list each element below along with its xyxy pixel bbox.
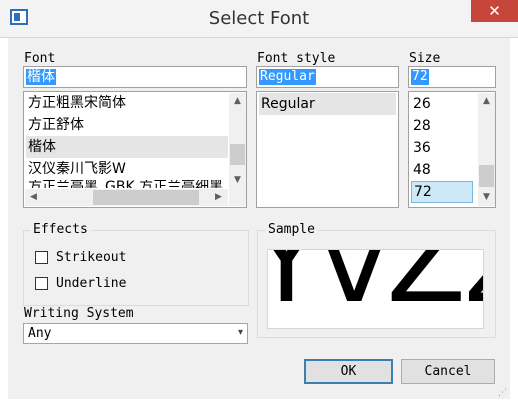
window-title: Select Font: [208, 8, 310, 29]
size-label: Size: [409, 51, 441, 66]
scroll-right-icon[interactable]: ▶: [210, 189, 227, 206]
list-item[interactable]: 28: [411, 115, 475, 137]
scroll-down-icon[interactable]: ▼: [478, 189, 495, 206]
list-item[interactable]: 汉仪秦川飞影W: [26, 158, 228, 180]
cancel-button[interactable]: Cancel: [401, 359, 495, 384]
close-button[interactable]: ✕: [471, 0, 518, 22]
underline-checkbox[interactable]: [35, 277, 48, 290]
list-item[interactable]: 方正粗黑宋简体: [26, 92, 228, 114]
list-item-current[interactable]: Regular: [259, 93, 396, 115]
hscroll-thumb[interactable]: [93, 190, 199, 205]
font-input[interactable]: 楷体: [23, 66, 247, 88]
list-item[interactable]: 方正舒体: [26, 114, 228, 136]
font-style-label: Font style: [257, 51, 336, 66]
scroll-down-icon[interactable]: ▼: [229, 172, 246, 189]
scroll-thumb[interactable]: [230, 144, 245, 165]
size-list[interactable]: 26 28 36 48 72 ▲ ▼: [408, 91, 496, 208]
font-list[interactable]: 方正粗黑宋简体 方正舒体 楷体 汉仪秦川飞影W 方正兰亭黑_GBK 方正兰亭细黑…: [23, 91, 247, 208]
scroll-up-icon[interactable]: ▲: [229, 93, 246, 110]
writing-system-value: Any: [28, 326, 52, 341]
font-style-input-value: Regular: [259, 69, 316, 85]
writing-system-label: Writing System: [24, 306, 134, 321]
underline-label[interactable]: Underline: [56, 276, 126, 291]
scroll-left-icon[interactable]: ◀: [25, 189, 42, 206]
font-input-value: 楷体: [26, 69, 56, 85]
sample-label: Sample: [265, 222, 318, 237]
scroll-up-icon[interactable]: ▲: [478, 93, 495, 110]
writing-system-select[interactable]: Any ▾: [23, 323, 248, 344]
sample-preview: YvZz: [267, 249, 484, 329]
strikeout-checkbox[interactable]: [35, 251, 48, 264]
effects-label: Effects: [30, 222, 91, 237]
sample-text: YvZz: [268, 249, 483, 329]
resize-grip-icon[interactable]: ⋰: [498, 388, 508, 398]
ok-button[interactable]: OK: [304, 359, 393, 384]
effects-group: [23, 230, 249, 306]
list-item[interactable]: 36: [411, 137, 475, 159]
font-label: Font: [24, 51, 56, 66]
title-bar: Select Font ✕: [0, 0, 518, 38]
font-list-hscroll[interactable]: ◀ ▶: [25, 189, 228, 206]
size-input[interactable]: 72: [408, 66, 496, 88]
scroll-thumb[interactable]: [479, 165, 494, 187]
font-list-vscroll[interactable]: ▲ ▼: [229, 93, 246, 189]
strikeout-label[interactable]: Strikeout: [56, 250, 126, 265]
size-list-vscroll[interactable]: ▲ ▼: [478, 93, 495, 206]
list-item[interactable]: 26: [411, 93, 475, 115]
list-item[interactable]: 48: [411, 159, 475, 181]
list-item-partial[interactable]: 方正兰亭黑_GBK 方正兰亭细黑: [26, 180, 228, 188]
size-input-value: 72: [411, 69, 429, 85]
scroll-corner: [229, 189, 246, 206]
font-style-input[interactable]: Regular: [256, 66, 399, 88]
list-item-selected[interactable]: 72: [411, 181, 473, 203]
list-item-current[interactable]: 楷体: [26, 136, 228, 158]
chevron-down-icon: ▾: [237, 327, 243, 338]
font-style-list[interactable]: Regular: [256, 91, 399, 208]
